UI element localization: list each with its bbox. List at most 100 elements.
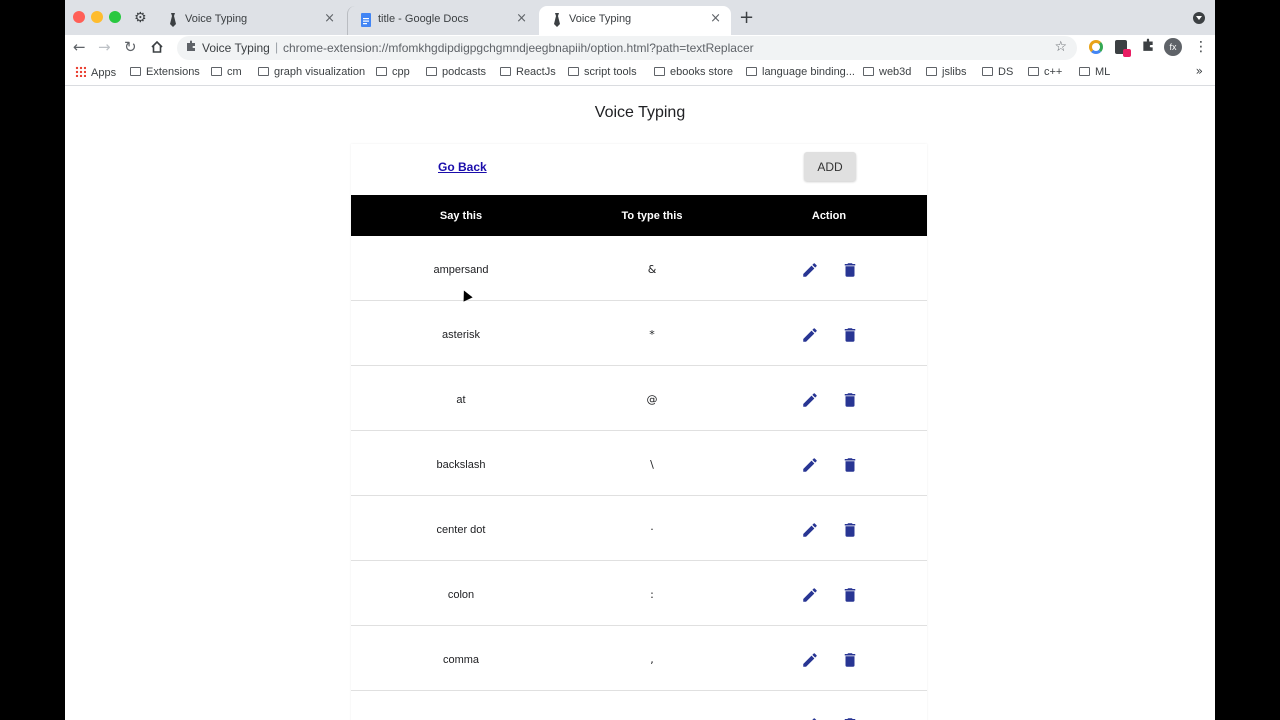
bookmark-folder[interactable]: jslibs — [926, 66, 966, 78]
voice-typing-extension-icon[interactable] — [1115, 40, 1131, 57]
table-row: at @ — [351, 366, 927, 431]
say-cell: ampersand — [433, 264, 489, 276]
close-icon[interactable]: × — [516, 11, 527, 26]
table-row: colon: — [351, 561, 927, 626]
folder-icon — [211, 67, 222, 76]
add-button[interactable]: ADD — [804, 152, 856, 181]
folder-icon — [426, 67, 437, 76]
bookmark-folder[interactable]: ebooks store — [654, 66, 733, 78]
bookmark-folder[interactable]: graph visualization — [258, 66, 365, 78]
type-cell: * — [649, 328, 655, 341]
puzzle-icon — [187, 40, 195, 51]
type-cell: · — [650, 523, 654, 536]
tie-icon — [170, 13, 176, 27]
gear-icon[interactable]: ⚙ — [134, 10, 147, 26]
edit-icon[interactable] — [801, 456, 819, 474]
window-maximize-button[interactable] — [109, 11, 121, 23]
bookmark-folder[interactable]: c++ — [1028, 66, 1062, 78]
extensions-puzzle-icon[interactable] — [1141, 38, 1155, 52]
folder-icon — [863, 67, 874, 76]
bookmark-folder[interactable]: ML — [1079, 66, 1110, 78]
type-cell: @ — [646, 393, 658, 406]
edit-icon[interactable] — [801, 651, 819, 669]
folder-icon — [746, 67, 757, 76]
delete-icon[interactable] — [841, 716, 859, 720]
delete-icon[interactable] — [841, 521, 859, 539]
delete-icon[interactable] — [841, 651, 859, 669]
delete-icon[interactable] — [841, 261, 859, 279]
star-icon[interactable]: ☆ — [1054, 39, 1067, 55]
page-content: Voice Typing Go Back ADD Say this To typ… — [65, 87, 1215, 720]
bookmark-folder[interactable]: ReactJs — [500, 66, 556, 78]
bookmark-folder[interactable]: language binding... — [746, 66, 855, 78]
close-icon[interactable]: × — [710, 11, 721, 26]
home-icon[interactable] — [150, 40, 164, 54]
table-body: ampersand & asterisk * at @ backslash \ center d… — [351, 236, 927, 720]
bookmark-folder[interactable]: podcasts — [426, 66, 486, 78]
chevron-double-right-icon[interactable]: » — [1196, 64, 1203, 78]
table-row: asterisk * — [351, 301, 927, 366]
bookmark-apps[interactable]: Apps — [75, 66, 116, 79]
action-cell — [801, 521, 861, 539]
page-title: Voice Typing — [594, 104, 686, 121]
window-minimize-button[interactable] — [91, 11, 103, 23]
folder-icon — [926, 67, 937, 76]
edit-icon[interactable] — [801, 261, 819, 279]
delete-icon[interactable] — [841, 391, 859, 409]
type-cell: & — [647, 263, 657, 276]
edit-icon[interactable] — [801, 326, 819, 344]
go-back-link[interactable]: Go Back — [438, 160, 487, 174]
say-cell: comma — [442, 654, 480, 666]
reload-icon[interactable]: ↻ — [124, 38, 137, 56]
tab-title: Voice Typing — [185, 13, 248, 25]
replacer-card: Go Back ADD Say this To type this Action… — [351, 144, 927, 720]
edit-icon[interactable] — [801, 716, 819, 720]
edit-icon[interactable] — [801, 521, 819, 539]
edit-icon[interactable] — [801, 391, 819, 409]
new-tab-button[interactable]: + — [739, 7, 754, 28]
omnibox-separator: | — [275, 40, 279, 54]
action-cell — [801, 651, 861, 669]
bookmark-folder[interactable]: DS — [982, 66, 1013, 78]
address-bar[interactable]: Voice Typing | chrome-extension://mfomkh… — [177, 36, 1077, 60]
tab-search-button[interactable] — [1193, 12, 1205, 24]
say-cell: at — [456, 394, 466, 406]
back-icon[interactable]: ← — [73, 38, 86, 56]
delete-icon[interactable] — [841, 586, 859, 604]
type-cell: , — [650, 653, 654, 666]
tab-voice-typing-1[interactable]: Voice Typing × — [155, 6, 345, 35]
action-cell — [801, 261, 861, 279]
apps-grid-icon — [75, 66, 86, 77]
docs-icon — [361, 13, 371, 27]
edit-icon[interactable] — [801, 586, 819, 604]
delete-icon[interactable] — [841, 456, 859, 474]
close-icon[interactable]: × — [324, 11, 335, 26]
bookmark-folder[interactable]: Extensions — [130, 66, 200, 78]
delete-icon[interactable] — [841, 326, 859, 344]
url-text[interactable]: chrome-extension://mfomkhgdipdigpgchgmnd… — [283, 41, 754, 55]
tab-google-docs[interactable]: title - Google Docs × — [347, 6, 537, 35]
browser-window: ⚙ Voice Typing × title - Google Docs × V… — [65, 0, 1215, 720]
type-cell: \ — [650, 458, 654, 471]
window-close-button[interactable] — [73, 11, 85, 23]
table-row: backslash \ — [351, 431, 927, 496]
action-cell — [801, 326, 861, 344]
folder-icon — [130, 67, 141, 76]
forward-icon[interactable]: → — [98, 38, 111, 56]
extension-icon[interactable] — [1089, 40, 1103, 54]
bookmark-folder[interactable]: script tools — [568, 66, 637, 78]
table-header: Say this To type this Action — [351, 195, 927, 236]
type-cell: : — [650, 588, 654, 601]
menu-icon[interactable]: ⋮ — [1194, 39, 1208, 55]
folder-icon — [1028, 67, 1039, 76]
bookmark-folder[interactable]: cm — [211, 66, 242, 78]
say-cell: asterisk — [442, 329, 480, 341]
avatar[interactable]: fx — [1164, 38, 1182, 56]
bookmark-folder[interactable]: web3d — [863, 66, 911, 78]
bookmark-folder[interactable]: cpp — [376, 66, 410, 78]
action-cell — [801, 391, 861, 409]
table-row — [351, 691, 927, 720]
table-row: ampersand & — [351, 236, 927, 301]
say-cell: center dot — [436, 524, 486, 536]
tab-voice-typing-active[interactable]: Voice Typing × — [539, 6, 731, 35]
